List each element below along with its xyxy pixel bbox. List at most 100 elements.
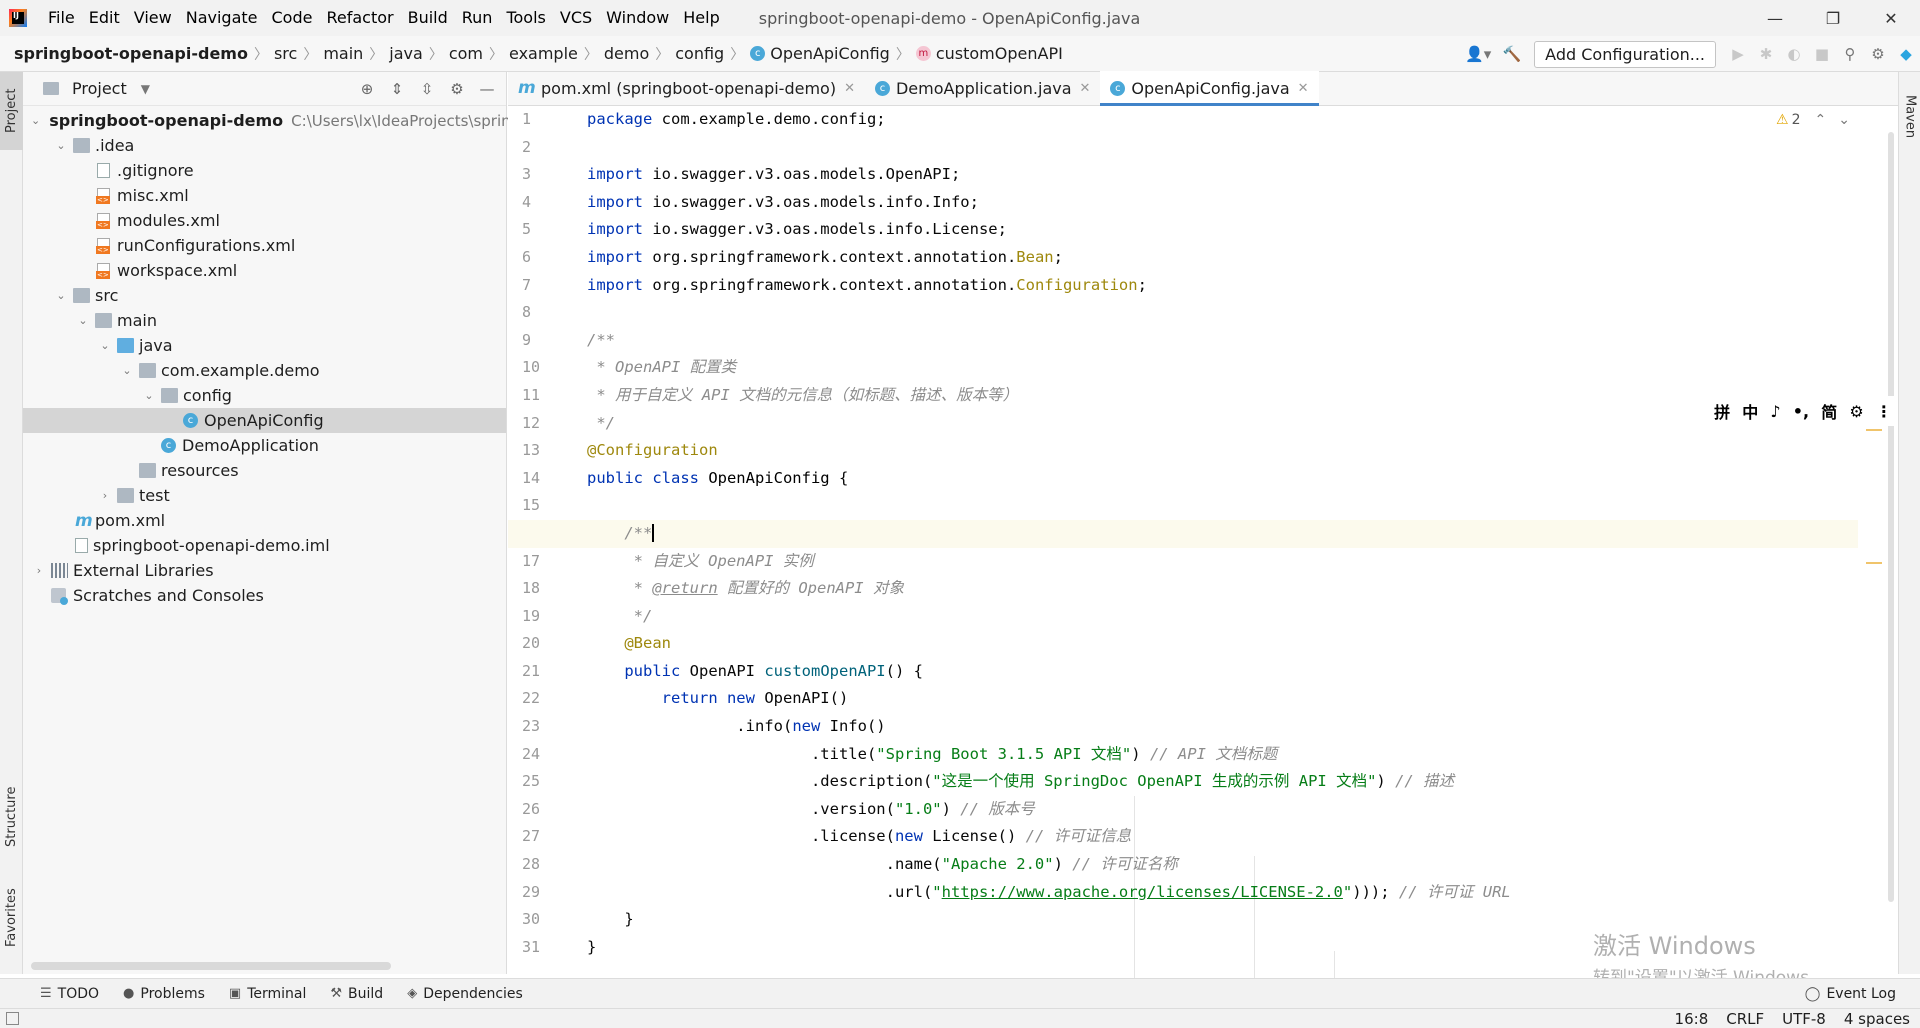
expand-all-icon[interactable]: ⇕	[382, 80, 412, 98]
problems-tool-button[interactable]: ● Problems	[123, 986, 205, 1002]
menu-build[interactable]: Build	[401, 0, 455, 36]
menu-edit[interactable]: Edit	[82, 0, 127, 36]
menu-code[interactable]: Code	[265, 0, 320, 36]
close-tab-icon[interactable]: ✕	[1298, 81, 1309, 96]
tree-item-package-config[interactable]: ⌄ config	[23, 383, 506, 408]
ime-more-icon[interactable]: ⋮	[1876, 402, 1892, 421]
ime-simplified-icon[interactable]: 简	[1821, 399, 1837, 423]
settings-gear-icon[interactable]: ⚙	[1864, 40, 1892, 68]
hide-panel-icon[interactable]: —	[472, 80, 502, 98]
tree-item-gitignore[interactable]: .gitignore	[23, 158, 506, 183]
chevron-right-icon[interactable]: ›	[97, 489, 113, 502]
tree-item-resources[interactable]: resources	[23, 458, 506, 483]
caret-position[interactable]: 16:8	[1675, 1010, 1709, 1028]
minimize-icon[interactable]: —	[1746, 0, 1804, 36]
breadcrumb-example[interactable]: example	[509, 44, 578, 63]
close-tab-icon[interactable]: ✕	[844, 81, 855, 96]
close-tab-icon[interactable]: ✕	[1080, 81, 1091, 96]
vertical-scrollbar[interactable]	[1888, 132, 1894, 902]
tree-item-main[interactable]: ⌄ main	[23, 308, 506, 333]
breadcrumb-method[interactable]: m customOpenAPI	[915, 44, 1063, 63]
breadcrumb-project[interactable]: springboot-openapi-demo	[14, 44, 248, 63]
chevron-down-icon[interactable]: ⌄	[53, 289, 69, 302]
build-tool-button[interactable]: ⚒ Build	[330, 986, 383, 1002]
tree-item-scratches[interactable]: Scratches and Consoles	[23, 583, 506, 608]
breadcrumb-demo[interactable]: demo	[604, 44, 649, 63]
file-encoding[interactable]: UTF-8	[1782, 1010, 1826, 1028]
chevron-right-icon[interactable]: ›	[31, 564, 47, 577]
tree-item-misc-xml[interactable]: misc.xml	[23, 183, 506, 208]
breadcrumb-src[interactable]: src	[274, 44, 297, 63]
tree-item-src[interactable]: ⌄ src	[23, 283, 506, 308]
breadcrumb-java[interactable]: java	[389, 44, 423, 63]
menu-window[interactable]: Window	[599, 0, 676, 36]
close-window-icon[interactable]: ✕	[1862, 0, 1920, 36]
project-panel-title[interactable]: Project	[72, 79, 127, 98]
tree-item-package-com-example-demo[interactable]: ⌄ com.example.demo	[23, 358, 506, 383]
build-hammer-icon[interactable]: 🔨	[1498, 40, 1526, 68]
tree-item-demoapplication[interactable]: c DemoApplication	[23, 433, 506, 458]
toggle-tool-windows-icon[interactable]	[6, 1012, 19, 1025]
tab-openapiconfig[interactable]: c OpenApiConfig.java ✕	[1100, 71, 1319, 106]
tree-item-pom-xml[interactable]: m pom.xml	[23, 508, 506, 533]
debug-icon[interactable]: ✱	[1752, 40, 1780, 68]
search-icon[interactable]: ⚲	[1836, 40, 1864, 68]
chevron-down-icon[interactable]: ⌄	[141, 389, 157, 402]
indent-setting[interactable]: 4 spaces	[1844, 1010, 1910, 1028]
event-log-button[interactable]: ◯ Event Log	[1805, 979, 1896, 1009]
line-separator[interactable]: CRLF	[1726, 1010, 1764, 1028]
menu-file[interactable]: File	[41, 0, 82, 36]
maven-tool-tab[interactable]: Maven	[1899, 82, 1920, 152]
tree-item-idea[interactable]: ⌄ .idea	[23, 133, 506, 158]
warning-marker[interactable]	[1866, 429, 1882, 431]
structure-tool-tab[interactable]: Structure	[0, 772, 23, 862]
ime-punctuation-icon[interactable]: •,	[1793, 402, 1809, 421]
tree-item-external-libraries[interactable]: › External Libraries	[23, 558, 506, 583]
menu-vcs[interactable]: VCS	[553, 0, 599, 36]
user-dropdown-icon[interactable]: 👤▾	[1458, 40, 1498, 68]
breadcrumb-main[interactable]: main	[323, 44, 363, 63]
menu-view[interactable]: View	[127, 0, 179, 36]
restore-icon[interactable]: ❐	[1804, 0, 1862, 36]
collapse-all-icon[interactable]: ⇳	[412, 80, 442, 98]
ime-pinyin-icon[interactable]: 拼	[1714, 399, 1730, 423]
chevron-down-icon[interactable]: ▼	[141, 82, 150, 96]
panel-settings-icon[interactable]: ⚙	[442, 80, 472, 98]
ime-moon-icon[interactable]: ♪	[1770, 402, 1780, 421]
ime-settings-icon[interactable]: ⚙	[1849, 402, 1863, 421]
breadcrumb-class[interactable]: c OpenApiConfig	[750, 44, 890, 63]
warning-marker[interactable]	[1866, 562, 1882, 564]
project-tool-tab[interactable]: Project	[0, 72, 23, 150]
menu-help[interactable]: Help	[676, 0, 726, 36]
menu-refactor[interactable]: Refactor	[319, 0, 400, 36]
tree-item-openapiconfig[interactable]: c OpenApiConfig	[23, 408, 506, 433]
dependencies-tool-button[interactable]: ◈ Dependencies	[407, 986, 523, 1002]
tree-item-java[interactable]: ⌄ java	[23, 333, 506, 358]
chevron-down-icon[interactable]: ⌄	[53, 139, 69, 152]
url-link[interactable]: https://www.apache.org/licenses/LICENSE-…	[942, 883, 1343, 901]
breadcrumb-com[interactable]: com	[449, 44, 483, 63]
code-area[interactable]: ⚠ 2 ⌃ ⌄ 1 2 3 4 5 6 7 8 9 10 11 12 13 14…	[508, 106, 1898, 1011]
chevron-down-icon[interactable]: ⌄	[119, 364, 135, 377]
menu-navigate[interactable]: Navigate	[179, 0, 265, 36]
chevron-down-icon[interactable]: ⌄	[31, 114, 40, 127]
tree-item-workspace-xml[interactable]: workspace.xml	[23, 258, 506, 283]
tree-item-runconfigurations-xml[interactable]: runConfigurations.xml	[23, 233, 506, 258]
tree-item-test[interactable]: › test	[23, 483, 506, 508]
tab-pom-xml[interactable]: m pom.xml (springboot-openapi-demo) ✕	[508, 71, 865, 105]
tree-item-project-root[interactable]: ⌄ springboot-openapi-demo C:\Users\lx\Id…	[23, 108, 511, 133]
todo-tool-button[interactable]: ☰ TODO	[40, 986, 99, 1002]
toolbox-icon[interactable]: ◆	[1892, 40, 1920, 68]
chevron-down-icon[interactable]: ⌄	[97, 339, 113, 352]
favorites-tool-tab[interactable]: Favorites	[0, 872, 23, 964]
add-configuration-button[interactable]: Add Configuration...	[1534, 40, 1716, 68]
breadcrumb-config[interactable]: config	[675, 44, 724, 63]
menu-tools[interactable]: Tools	[499, 0, 552, 36]
ime-chinese-mode-icon[interactable]: 中	[1742, 399, 1758, 423]
horizontal-scrollbar[interactable]	[31, 962, 391, 970]
tree-item-iml[interactable]: springboot-openapi-demo.iml	[23, 533, 506, 558]
terminal-tool-button[interactable]: ▣ Terminal	[229, 986, 306, 1002]
coverage-icon[interactable]: ◐	[1780, 40, 1808, 68]
locate-file-icon[interactable]: ⊕	[352, 80, 382, 98]
tree-item-modules-xml[interactable]: modules.xml	[23, 208, 506, 233]
